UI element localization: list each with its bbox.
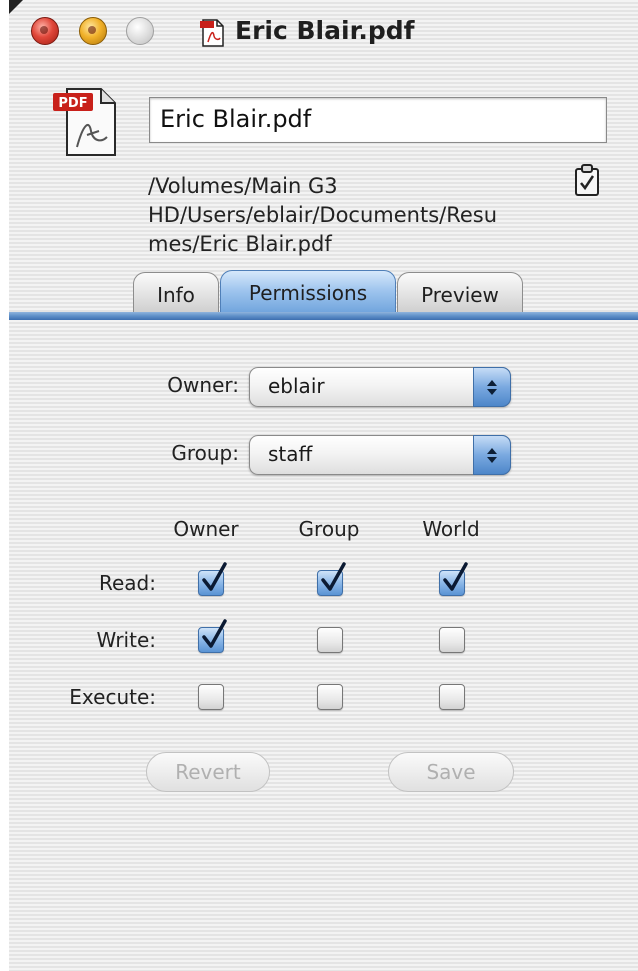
tab-permissions[interactable]: Permissions xyxy=(220,270,396,314)
column-header-world: World xyxy=(422,517,480,541)
group-label: Group: xyxy=(171,441,239,465)
close-button[interactable] xyxy=(31,17,59,45)
file-name-field[interactable]: Eric Blair.pdf xyxy=(149,97,607,143)
popup-arrows-icon xyxy=(473,435,511,475)
pdf-document-icon xyxy=(200,19,224,47)
pdf-file-icon: PDF xyxy=(53,88,116,156)
row-label-execute: Execute: xyxy=(69,685,156,709)
execute-group-checkbox[interactable] xyxy=(317,684,343,710)
group-popup[interactable]: staff xyxy=(249,435,511,475)
path-line: mes/Eric Blair.pdf xyxy=(148,232,332,256)
tab-preview[interactable]: Preview xyxy=(397,272,523,314)
write-group-checkbox[interactable] xyxy=(317,627,343,653)
tab-divider xyxy=(9,312,638,320)
file-path: /Volumes/Main G3 HD/Users/eblair/Documen… xyxy=(148,172,568,259)
checkmark-icon xyxy=(321,562,346,591)
owner-popup[interactable]: eblair xyxy=(249,367,511,407)
save-button[interactable]: Save xyxy=(388,752,514,792)
execute-world-checkbox[interactable] xyxy=(439,684,465,710)
column-header-owner: Owner xyxy=(173,517,239,541)
title-bar[interactable]: Eric Blair.pdf xyxy=(9,0,638,62)
row-label-write: Write: xyxy=(96,628,156,652)
owner-popup-value: eblair xyxy=(268,374,325,398)
group-popup-value: staff xyxy=(268,442,313,466)
owner-label: Owner: xyxy=(167,373,239,397)
revert-button[interactable]: Revert xyxy=(146,752,270,792)
path-line: /Volumes/Main G3 xyxy=(148,174,338,198)
write-owner-checkbox[interactable] xyxy=(198,619,227,653)
write-world-checkbox[interactable] xyxy=(439,627,465,653)
tab-info[interactable]: Info xyxy=(133,272,219,314)
zoom-button[interactable] xyxy=(126,17,154,45)
read-world-checkbox[interactable] xyxy=(439,562,468,596)
read-owner-checkbox[interactable] xyxy=(198,562,227,596)
checkmark-icon xyxy=(443,562,468,591)
minimize-button[interactable] xyxy=(79,17,107,45)
checkmark-icon xyxy=(202,619,227,648)
column-header-group: Group xyxy=(298,517,360,541)
read-group-checkbox[interactable] xyxy=(317,562,346,596)
get-info-window: Eric Blair.pdf PDF Eric Blair.pdf /Volum… xyxy=(9,0,638,971)
row-label-read: Read: xyxy=(99,571,156,595)
execute-owner-checkbox[interactable] xyxy=(198,684,224,710)
checkmark-icon xyxy=(202,562,227,591)
svg-text:PDF: PDF xyxy=(58,96,87,111)
popup-arrows-icon xyxy=(473,367,511,407)
window-title: Eric Blair.pdf xyxy=(235,16,415,45)
lock-clipboard-icon[interactable] xyxy=(573,163,601,197)
path-line: HD/Users/eblair/Documents/Resu xyxy=(148,203,498,227)
